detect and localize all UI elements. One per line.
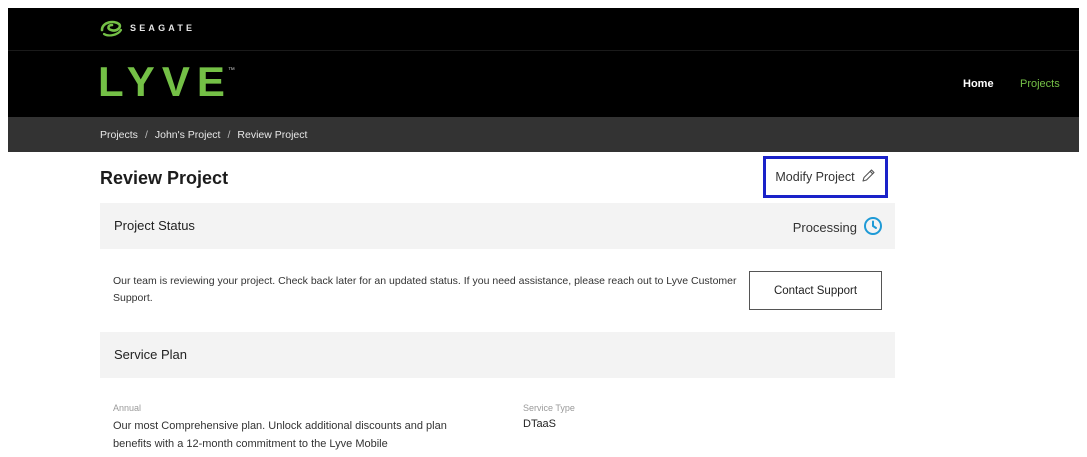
breadcrumb-current: Review Project <box>237 129 308 141</box>
clock-icon <box>863 216 883 239</box>
lyve-logo[interactable]: LYVE ™ <box>98 58 235 105</box>
project-status-header: Project Status Processing <box>100 203 895 249</box>
plan-description: Our most Comprehensive plan. Unlock addi… <box>113 420 447 450</box>
main-nav-bar: LYVE ™ Home Projects <box>8 50 1079 118</box>
status-text: Processing <box>792 220 857 235</box>
plan-label: Annual <box>113 403 142 413</box>
breadcrumb-projects[interactable]: Projects <box>100 129 138 141</box>
lyve-wordmark: LYVE <box>98 58 232 105</box>
nav-projects-link[interactable]: Projects <box>1020 78 1060 90</box>
seagate-logo[interactable]: SEAGATE <box>98 18 195 38</box>
breadcrumb-johns-project[interactable]: John's Project <box>155 129 221 141</box>
service-type-label: Service Type <box>523 403 575 413</box>
seagate-wordmark: SEAGATE <box>130 23 196 33</box>
status-message: Our team is reviewing your project. Chec… <box>113 275 737 304</box>
breadcrumb-separator: / <box>144 129 148 141</box>
breadcrumb-bar: Projects / John's Project / Review Proje… <box>8 117 1079 152</box>
nav-home-link[interactable]: Home <box>963 78 994 90</box>
modify-project-label: Modify Project <box>775 170 855 184</box>
seagate-swirl-icon <box>98 18 124 38</box>
project-status-title: Project Status <box>114 218 195 233</box>
contact-support-button[interactable]: Contact Support <box>749 271 882 310</box>
seagate-header-bar: SEAGATE <box>8 8 1079 50</box>
service-type-value: DTaaS <box>523 418 557 430</box>
service-plan-header: Service Plan <box>100 332 895 378</box>
page-title: Review Project <box>100 168 229 188</box>
status-indicator: Processing <box>793 216 883 239</box>
trademark-symbol: ™ <box>227 67 235 74</box>
modify-project-button[interactable]: Modify Project <box>763 156 888 198</box>
pencil-icon <box>861 168 876 186</box>
breadcrumb: Projects / John's Project / Review Proje… <box>100 129 307 141</box>
breadcrumb-separator: / <box>227 129 231 141</box>
service-plan-title: Service Plan <box>114 347 187 362</box>
